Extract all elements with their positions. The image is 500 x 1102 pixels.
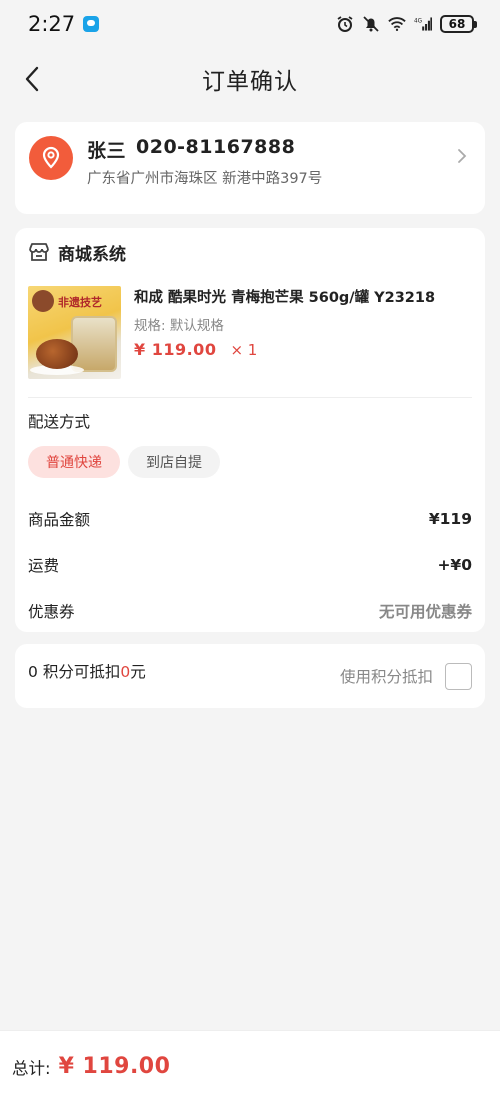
shipping-option-pickup[interactable]: 到店自提 <box>128 446 220 478</box>
price-row: ¥ 119.00 × 1 <box>134 340 472 359</box>
alarm-icon <box>336 15 354 33</box>
freight-label: 运费 <box>28 557 60 575</box>
fruit-graphic <box>36 339 78 369</box>
address-name-row: 张三 020-81167888 <box>87 136 322 163</box>
store-icon <box>29 243 49 261</box>
status-left: 2:27 <box>28 12 100 36</box>
product-image-banner: 非遗技艺 <box>58 296 102 309</box>
shipping-options: 普通快递 到店自提 <box>28 446 472 478</box>
use-points-checkbox[interactable] <box>445 662 472 690</box>
back-button[interactable] <box>14 60 50 98</box>
wifi-icon <box>388 15 406 33</box>
location-pin-icon <box>29 136 73 180</box>
product-spec: 规格: 默认规格 <box>134 318 224 334</box>
shipping-label: 配送方式 <box>28 413 91 431</box>
bottom-bar: 总计: ¥ 119.00 <box>0 1030 500 1102</box>
status-right: 4G 68 <box>336 15 477 33</box>
status-bar: 2:27 4G 68 <box>0 0 500 48</box>
freight-value: +¥0 <box>437 556 472 574</box>
battery-icon: 68 <box>440 15 477 33</box>
points-toggle[interactable]: 使用积分抵扣 <box>339 662 472 690</box>
goods-amount-row: 商品金额 ¥119 <box>28 496 472 542</box>
use-points-label: 使用积分抵扣 <box>339 668 433 686</box>
mute-bell-icon <box>362 15 380 33</box>
shipping-option-express[interactable]: 普通快递 <box>28 446 120 478</box>
status-time: 2:27 <box>28 12 76 36</box>
store-name: 商城系统 <box>58 244 126 265</box>
goods-amount-value: ¥119 <box>428 510 472 528</box>
freight-row: 运费 +¥0 <box>28 542 472 588</box>
product-info: 和成 酷果时光 青梅抱芒果 560g/罐 Y23218 规格: 默认规格 ¥ 1… <box>134 286 472 379</box>
total-label: 总计: <box>12 1058 51 1078</box>
product-price: ¥ 119.00 <box>134 340 217 359</box>
product-row[interactable]: 非遗技艺 和成 酷果时光 青梅抱芒果 560g/罐 Y23218 规格: 默认规… <box>28 286 472 379</box>
coupon-label: 优惠券 <box>28 603 75 621</box>
address-card[interactable]: 张三 020-81167888 广东省广州市海珠区 新港中路397号 <box>15 122 485 214</box>
product-quantity: × 1 <box>230 341 258 359</box>
product-title: 和成 酷果时光 青梅抱芒果 560g/罐 Y23218 <box>134 290 436 306</box>
signal-icon: 4G <box>414 15 432 33</box>
recipient-name: 张三 <box>87 140 127 162</box>
coupon-value[interactable]: 无可用优惠券 <box>379 600 472 622</box>
store-row: 商城系统 <box>28 240 472 265</box>
points-card: 0 积分可抵扣0元 使用积分抵扣 <box>15 644 485 708</box>
divider <box>28 397 472 398</box>
product-image[interactable]: 非遗技艺 <box>28 286 121 379</box>
total-value: ¥ 119.00 <box>58 1054 171 1079</box>
page-title: 订单确认 <box>202 69 298 95</box>
points-summary: 0 积分可抵扣0元 <box>28 660 146 682</box>
coupon-row[interactable]: 优惠券 无可用优惠券 <box>28 588 472 634</box>
brand-logo <box>32 290 54 312</box>
chevron-left-icon <box>25 66 39 92</box>
points-text: 积分可抵扣 <box>42 663 121 681</box>
chevron-right-icon[interactable] <box>457 148 467 168</box>
order-card: 商城系统 非遗技艺 和成 酷果时光 青梅抱芒果 560g/罐 Y23218 规格… <box>15 228 485 632</box>
goods-amount-label: 商品金额 <box>28 511 91 529</box>
svg-text:4G: 4G <box>414 18 422 24</box>
address-detail: 广东省广州市海珠区 新港中路397号 <box>87 171 323 187</box>
jar-graphic <box>71 316 117 372</box>
points-count: 0 <box>28 663 38 681</box>
address-text: 张三 020-81167888 广东省广州市海珠区 新港中路397号 <box>87 136 322 202</box>
app-notification-icon <box>83 16 100 32</box>
nav-bar: 订单确认 <box>0 48 500 110</box>
points-deduct-amount: 0 <box>120 663 131 681</box>
recipient-phone: 020-81167888 <box>136 136 296 158</box>
points-unit: 元 <box>130 663 146 681</box>
